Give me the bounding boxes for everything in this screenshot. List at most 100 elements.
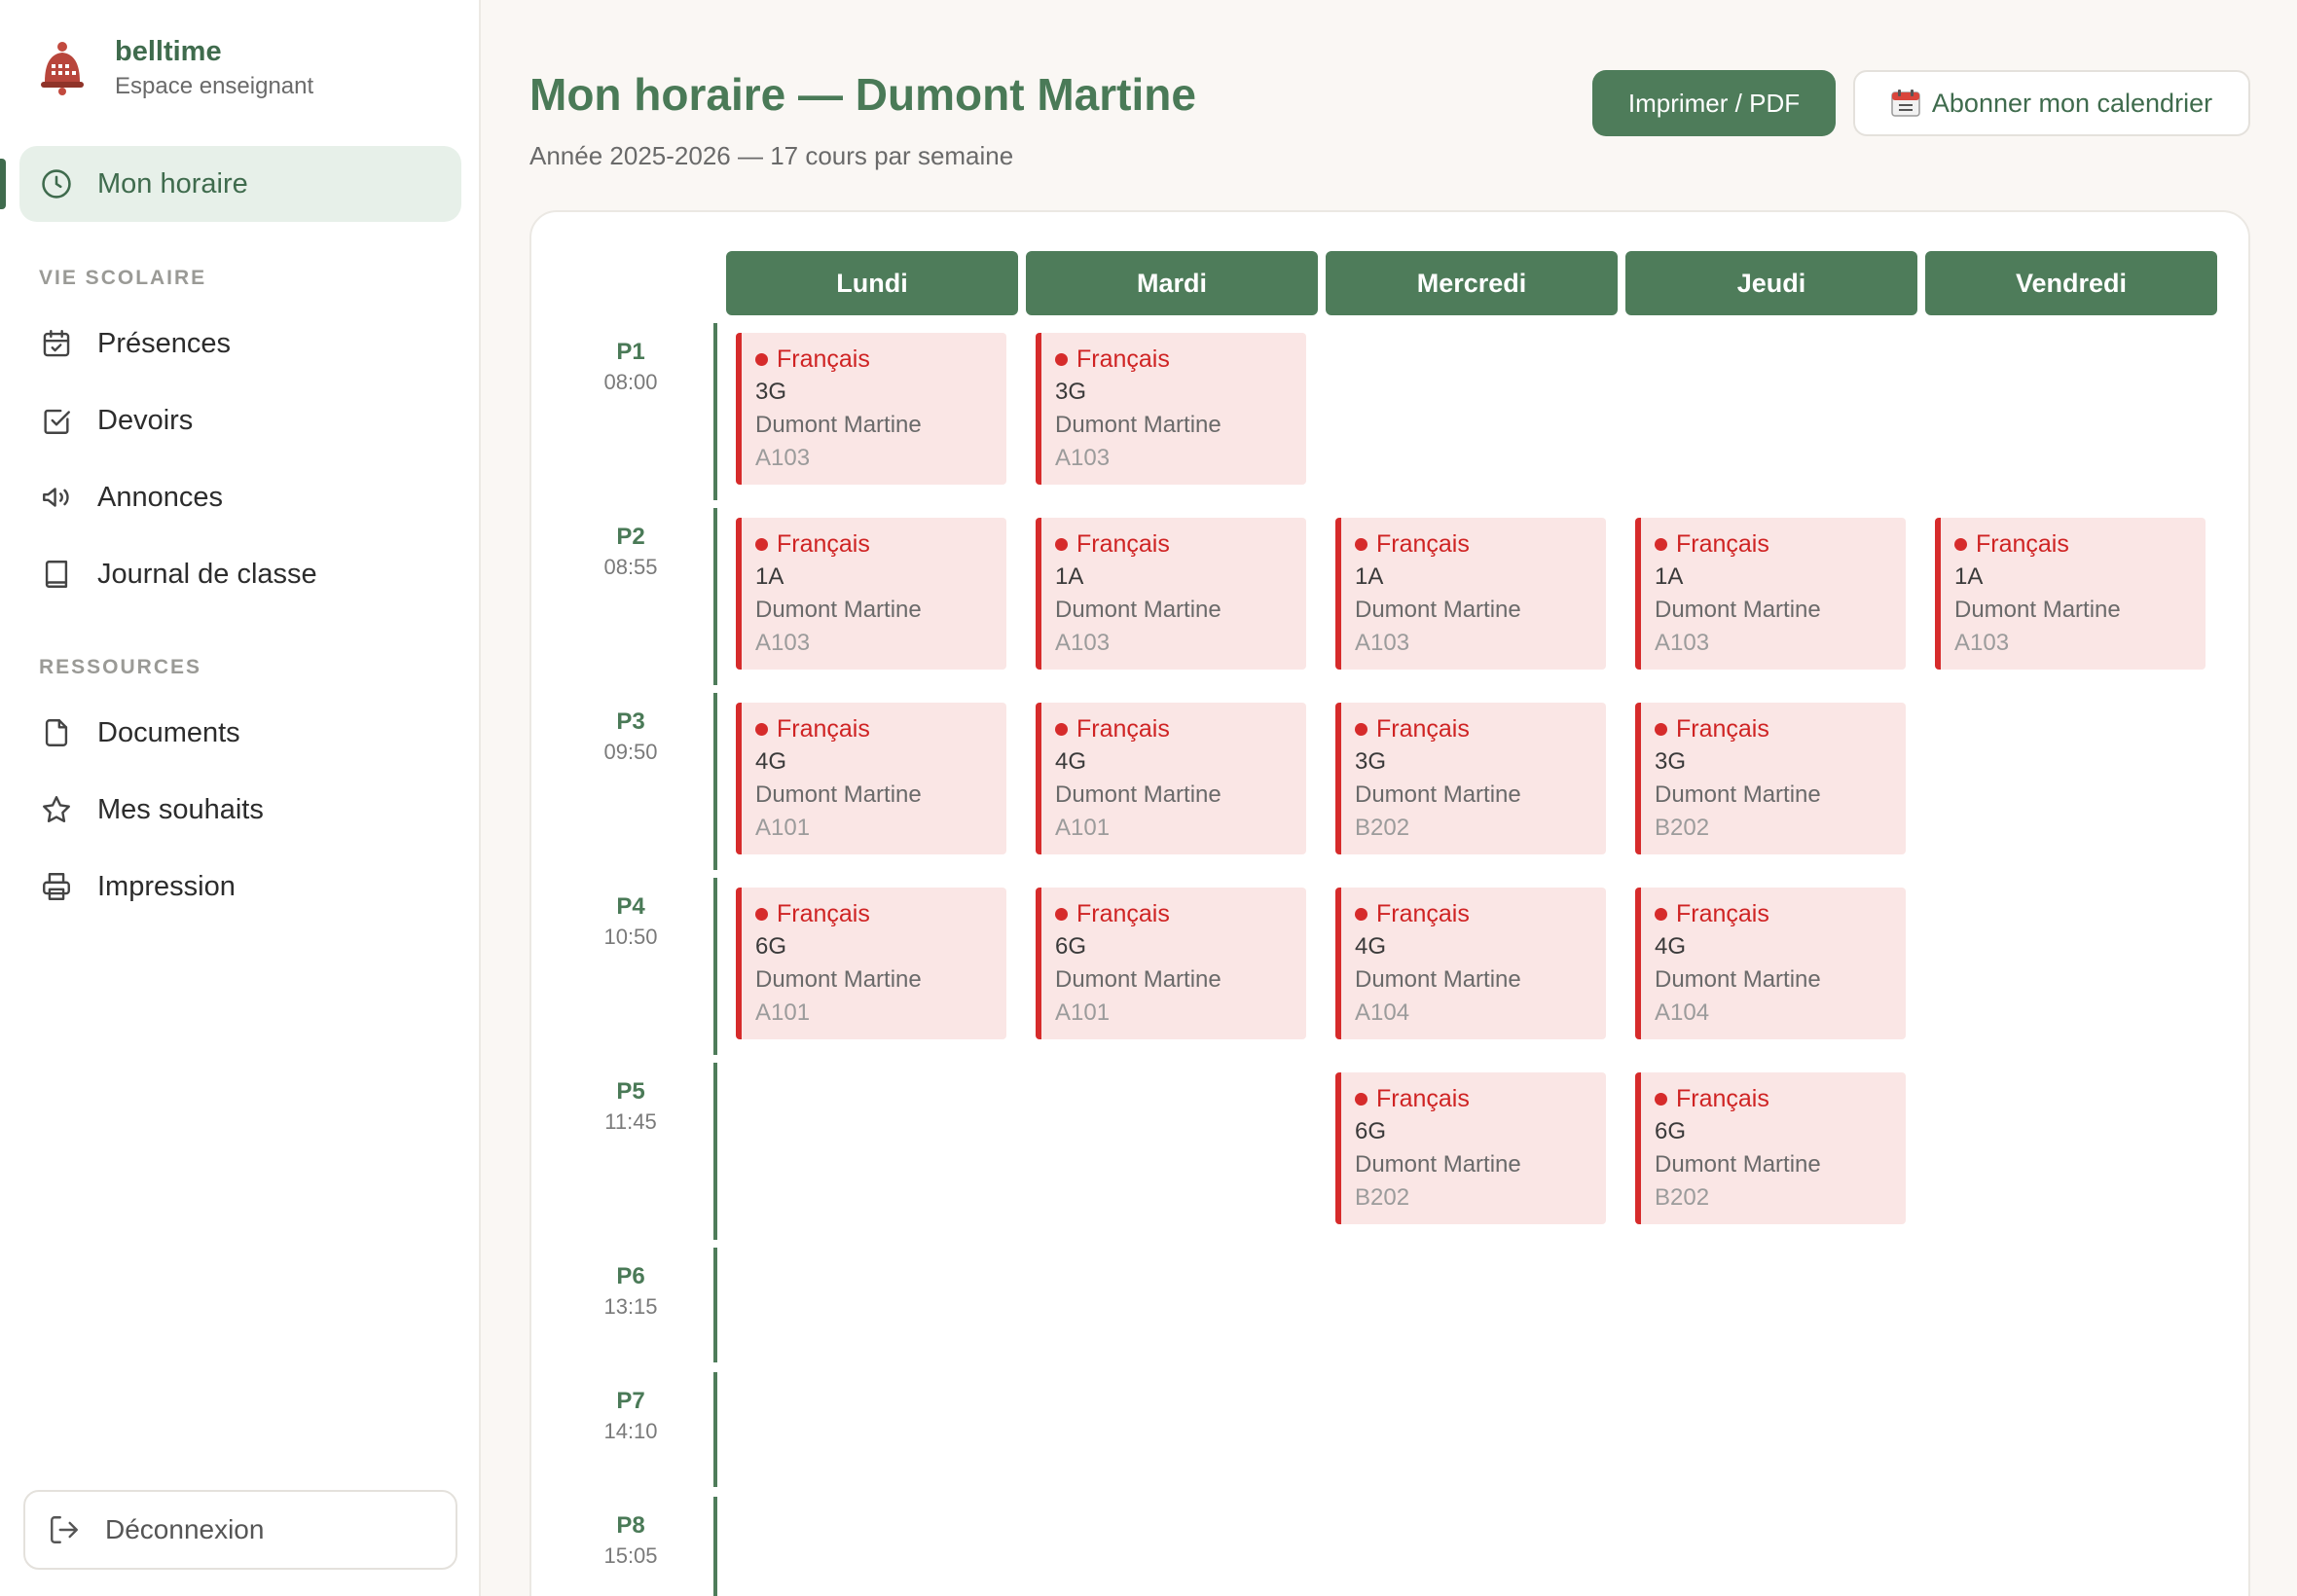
lesson-room: A101 — [1055, 999, 1111, 1026]
sidebar-item-annonces[interactable]: Annonces — [19, 463, 461, 531]
lesson-card[interactable]: Français 1A Dumont Martine A103 — [1335, 518, 1606, 670]
day-header: Vendredi — [1925, 251, 2217, 315]
subscribe-calendar-button[interactable]: Abonner mon calendrier — [1853, 70, 2250, 136]
period-time: 15:05 — [603, 1543, 658, 1568]
period-number: P1 — [616, 339, 645, 365]
lesson-card[interactable]: Français 6G Dumont Martine A101 — [1036, 888, 1306, 1039]
period-row-line — [713, 1248, 717, 1362]
lesson-class: 6G — [1355, 1118, 1387, 1144]
sidebar-item-label: Impression — [97, 870, 236, 902]
star-icon — [39, 792, 74, 827]
sidebar: belltime Espace enseignant Mon horaire V… — [0, 0, 481, 1596]
lesson-subject-label: Français — [1076, 900, 1170, 927]
file-icon — [39, 715, 74, 750]
sidebar-item-devoirs[interactable]: Devoirs — [19, 386, 461, 454]
sidebar-item-impression[interactable]: Impression — [19, 852, 461, 921]
lesson-subject-label: Français — [1376, 530, 1470, 558]
sidebar-item-label: Documents — [97, 716, 240, 748]
lesson-teacher: Dumont Martine — [1355, 1151, 1521, 1178]
checkbox-icon — [39, 403, 74, 438]
sidebar-item-label: Annonces — [97, 481, 223, 513]
lesson-class: 6G — [1055, 933, 1087, 960]
lesson-card[interactable]: Français 4G Dumont Martine A101 — [736, 703, 1006, 854]
lesson-subject-label: Français — [1376, 900, 1470, 927]
brand: belltime Espace enseignant — [35, 33, 313, 103]
period-number: P7 — [616, 1388, 645, 1414]
lesson-teacher: Dumont Martine — [1055, 412, 1221, 438]
period-label: P5 11:45 — [574, 1076, 687, 1137]
lesson-class: 1A — [1355, 563, 1384, 590]
sidebar-item-mes-souhaits[interactable]: Mes souhaits — [19, 776, 461, 844]
lesson-card[interactable]: Français 1A Dumont Martine A103 — [736, 518, 1006, 670]
subject-dot-icon — [1055, 537, 1068, 551]
lesson-class: 3G — [1655, 748, 1687, 775]
lesson-card[interactable]: Français 4G Dumont Martine A101 — [1036, 703, 1306, 854]
lesson-card[interactable]: Français 6G Dumont Martine B202 — [1335, 1072, 1606, 1224]
period-row-line — [713, 1497, 717, 1596]
lesson-card[interactable]: Français 3G Dumont Martine B202 — [1335, 703, 1606, 854]
lesson-room: A103 — [755, 630, 811, 656]
subject-dot-icon — [1655, 1092, 1667, 1106]
lesson-card[interactable]: Français 6G Dumont Martine A101 — [736, 888, 1006, 1039]
lesson-room: A104 — [1655, 999, 1710, 1026]
sidebar-item-documents[interactable]: Documents — [19, 699, 461, 767]
period-row-line — [713, 323, 717, 500]
subject-dot-icon — [1655, 537, 1667, 551]
brand-subtitle: Espace enseignant — [115, 73, 314, 99]
period-row-line — [713, 1372, 717, 1487]
subject-dot-icon — [1954, 537, 1967, 551]
logout-button[interactable]: Déconnexion — [23, 1490, 457, 1570]
period-row-line — [713, 878, 717, 1055]
lesson-room: B202 — [1355, 815, 1410, 841]
lesson-subject: Français — [1655, 1082, 1906, 1115]
subject-dot-icon — [755, 722, 768, 736]
lesson-teacher: Dumont Martine — [1355, 597, 1521, 623]
lesson-card[interactable]: Français 1A Dumont Martine A103 — [1036, 518, 1306, 670]
bell-logo-icon — [41, 42, 84, 95]
sidebar-item-journal-de-classe[interactable]: Journal de classe — [19, 540, 461, 608]
day-header: Mardi — [1026, 251, 1318, 315]
lesson-subject: Français — [1655, 527, 1906, 561]
subject-dot-icon — [1655, 722, 1667, 736]
sidebar-item-presences[interactable]: Présences — [19, 309, 461, 378]
lesson-card[interactable]: Français 4G Dumont Martine A104 — [1335, 888, 1606, 1039]
lesson-card[interactable]: Français 3G Dumont Martine A103 — [1036, 333, 1306, 485]
lesson-room: B202 — [1355, 1184, 1410, 1211]
lesson-subject: Français — [1055, 712, 1306, 745]
period-row-line — [713, 1063, 717, 1240]
period-row-line — [713, 693, 717, 870]
page-title: Mon horaire — Dumont Martine — [529, 69, 1196, 120]
lesson-room: A104 — [1355, 999, 1410, 1026]
subject-dot-icon — [1355, 907, 1367, 921]
lesson-card[interactable]: Français 6G Dumont Martine B202 — [1635, 1072, 1906, 1224]
lesson-teacher: Dumont Martine — [755, 966, 922, 993]
lesson-subject-label: Français — [1076, 715, 1170, 743]
lesson-teacher: Dumont Martine — [755, 781, 922, 808]
lesson-class: 1A — [1954, 563, 1984, 590]
lesson-room: A101 — [755, 999, 811, 1026]
lesson-class: 4G — [1655, 933, 1687, 960]
clock-icon — [39, 166, 74, 201]
lesson-card[interactable]: Français 3G Dumont Martine B202 — [1635, 703, 1906, 854]
lesson-subject: Français — [1055, 527, 1306, 561]
lesson-room: B202 — [1655, 815, 1710, 841]
lesson-subject: Français — [1355, 712, 1606, 745]
lesson-subject-label: Français — [1376, 715, 1470, 743]
lesson-card[interactable]: Français 4G Dumont Martine A104 — [1635, 888, 1906, 1039]
brand-name: belltime — [115, 36, 222, 67]
lesson-subject: Français — [1355, 1082, 1606, 1115]
lesson-room: A103 — [1355, 630, 1410, 656]
lesson-subject-label: Français — [1676, 900, 1769, 927]
lesson-teacher: Dumont Martine — [1655, 1151, 1821, 1178]
lesson-card[interactable]: Français 1A Dumont Martine A103 — [1635, 518, 1906, 670]
lesson-subject: Français — [1055, 343, 1306, 376]
lesson-subject: Français — [1655, 712, 1906, 745]
calendar-check-icon — [39, 326, 74, 361]
sidebar-item-mon-horaire[interactable]: Mon horaire — [19, 146, 461, 222]
lesson-subject-label: Français — [1376, 1085, 1470, 1112]
print-pdf-button[interactable]: Imprimer / PDF — [1592, 70, 1836, 136]
period-time: 08:55 — [603, 555, 658, 579]
lesson-card[interactable]: Français 1A Dumont Martine A103 — [1935, 518, 2206, 670]
lesson-card[interactable]: Français 3G Dumont Martine A103 — [736, 333, 1006, 485]
period-time: 13:15 — [603, 1294, 658, 1319]
